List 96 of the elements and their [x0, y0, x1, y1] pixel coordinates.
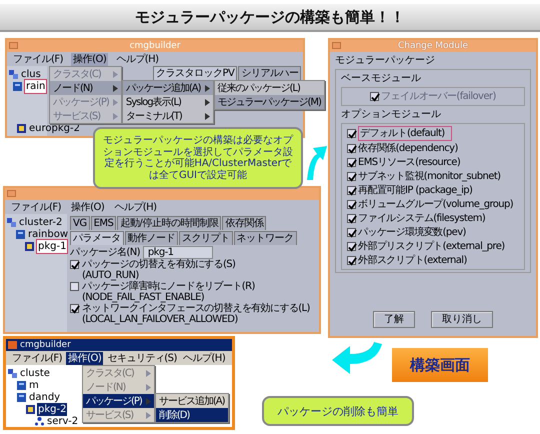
tab[interactable]: クラスタロックPV — [153, 66, 238, 80]
window-title: cmgbuilder — [130, 40, 180, 52]
name-field[interactable]: pkg-1 — [142, 246, 213, 259]
menu-item[interactable]: サービス追加(A) — [156, 394, 228, 408]
checkbox-label: 依存関係(dependency) — [358, 142, 458, 155]
menu-item[interactable]: ファイル(F) — [9, 200, 64, 214]
checkbox-label: パッケージの切替えを有効にする(S) — [82, 259, 236, 270]
menu-item[interactable]: ヘルプ(H) — [114, 52, 161, 66]
cluster-icon — [7, 218, 16, 226]
checkbox[interactable] — [347, 228, 356, 237]
menu-item[interactable]: モジュラーパッケージ(M) — [214, 95, 324, 109]
parameter-name: (AUTO_RUN) — [81, 270, 139, 281]
tab[interactable]: VG — [70, 216, 90, 230]
window-title: cmgbuilder — [20, 339, 71, 352]
package-icon — [25, 242, 34, 250]
tree-item[interactable]: pkg-2 — [37, 402, 68, 416]
callout-text: モジュラーパッケージの構築は必要なオプションモジュールを選択してパラメータ設定を行うことが可能HA/ClusterMasterでは全てGUIで設定可能 — [93, 127, 303, 189]
menu-item[interactable]: ヘルプ(H) — [112, 200, 159, 214]
app-icon — [8, 341, 17, 349]
callout-text: パッケージの削除も簡単 — [262, 396, 414, 426]
tree-item[interactable]: dandy — [28, 390, 62, 404]
tree-item[interactable]: cluster-2 — [18, 216, 64, 228]
checkbox[interactable] — [347, 158, 356, 167]
tab[interactable]: シリアルハー — [238, 66, 302, 80]
group-label: ベースモジュール — [341, 72, 422, 85]
tab[interactable]: 依存関係 — [222, 216, 266, 230]
checkbox[interactable] — [347, 214, 356, 223]
checkbox[interactable] — [347, 186, 356, 195]
checkbox[interactable] — [70, 260, 79, 269]
checkbox-label: 外部スクリプト(external) — [358, 254, 467, 267]
field-label: パッケージ名(N) — [70, 247, 140, 258]
tab[interactable]: スクリプト — [179, 231, 232, 245]
dialog-button[interactable]: 取り消し — [431, 311, 493, 328]
package-icon — [17, 124, 26, 132]
server-icon — [13, 82, 22, 90]
menu-item[interactable]: セキュリティ(S) — [105, 352, 179, 364]
tab[interactable]: EMS — [90, 216, 116, 230]
tree-item[interactable]: rain — [24, 78, 48, 94]
menu-item[interactable]: パッケージ(P) — [83, 394, 154, 408]
tab[interactable]: パラメータ — [70, 231, 124, 245]
checkbox-label: ボリュームグループ(volume_group) — [358, 198, 514, 211]
slide-title: モジュラーパッケージの構築も簡単！！ — [135, 8, 405, 26]
checkbox-label: 外部プリスクリプト(external_pre) — [358, 240, 505, 253]
menu-item[interactable]: 従来のパッケージ(L) — [214, 81, 324, 95]
tree-item[interactable]: cluste — [19, 366, 51, 380]
checkbox-label: ファイルシステム(filesystem) — [358, 212, 486, 225]
menu-item[interactable]: ヘルプ(H) — [180, 352, 228, 364]
menu-item[interactable]: ターミナル(T) — [122, 109, 212, 123]
parameter-name: (NODE_FAIL_FAST_ENABLE) — [81, 292, 206, 303]
tree-item[interactable]: pkg-1 — [36, 238, 68, 254]
cluster-icon — [8, 368, 17, 378]
menu-item[interactable]: 削除(D) — [156, 408, 228, 422]
tree-item[interactable]: rainbow — [27, 228, 69, 240]
menu-item[interactable]: 操作(O) — [66, 352, 104, 364]
menu-item[interactable]: 操作(O) — [69, 200, 106, 214]
tree-item[interactable]: serv-2 — [46, 414, 80, 427]
checkbox[interactable] — [347, 129, 356, 138]
package-icon — [26, 404, 35, 414]
checkbox[interactable] — [347, 242, 356, 251]
tab[interactable]: 起動/停止時の時間制限 — [117, 216, 222, 230]
checkbox-label: デフォルト(default) — [358, 126, 452, 141]
checkbox-label: EMSリソース(resource) — [358, 156, 460, 169]
menu-item[interactable]: Syslog表示(L) — [122, 95, 212, 109]
parameter-name: (LOCAL_LAN_FAILOVER_ALLOWED) — [81, 314, 239, 325]
tree-item[interactable]: clus — [20, 68, 42, 80]
tab[interactable]: 動作ノード — [124, 231, 178, 245]
dialog-button[interactable]: 了解 — [373, 311, 415, 328]
menu-item[interactable]: パッケージ追加(A) — [122, 81, 212, 95]
menu-item[interactable]: ファイル(F) — [10, 352, 64, 364]
group-label: オプションモジュール — [341, 108, 442, 121]
server-icon — [16, 230, 25, 238]
cluster-icon — [9, 70, 18, 78]
window-title: Change Module — [398, 40, 468, 52]
checkbox-label: 再配置可能IP (package_ip) — [358, 184, 472, 197]
checkbox-label: パッケージ環境変数(pev) — [358, 226, 466, 239]
checkbox-label: パッケージ障害時にノードをリブート(R) — [82, 281, 255, 292]
tree-item[interactable]: europkg-2 — [28, 122, 81, 134]
checkbox[interactable] — [347, 256, 356, 265]
checkbox[interactable] — [70, 304, 79, 313]
checkbox-label: サブネット監視(monitor_subnet) — [358, 170, 500, 183]
label-box: 構築画面 — [392, 348, 488, 382]
checkbox-label: フェイルオーバー(failover) — [381, 90, 496, 103]
checkbox[interactable] — [347, 144, 356, 153]
checkbox[interactable] — [347, 200, 356, 209]
checkbox[interactable] — [347, 172, 356, 181]
network-icon — [35, 416, 44, 426]
group-label: モジュラーパッケージ — [335, 54, 436, 67]
checkbox[interactable] — [70, 282, 79, 291]
server-icon — [17, 380, 26, 390]
menu-item[interactable]: 操作(O) — [71, 52, 108, 66]
server-icon — [17, 392, 26, 402]
tab[interactable]: ネットワーク — [234, 231, 296, 245]
menu-item[interactable]: ファイル(F) — [11, 52, 66, 66]
checkbox-label: ネットワークインタフェースの切替えを有効にする(L) — [82, 303, 310, 314]
tree-item[interactable]: m — [28, 378, 40, 392]
menu-item[interactable]: ノード(N) — [50, 81, 121, 95]
